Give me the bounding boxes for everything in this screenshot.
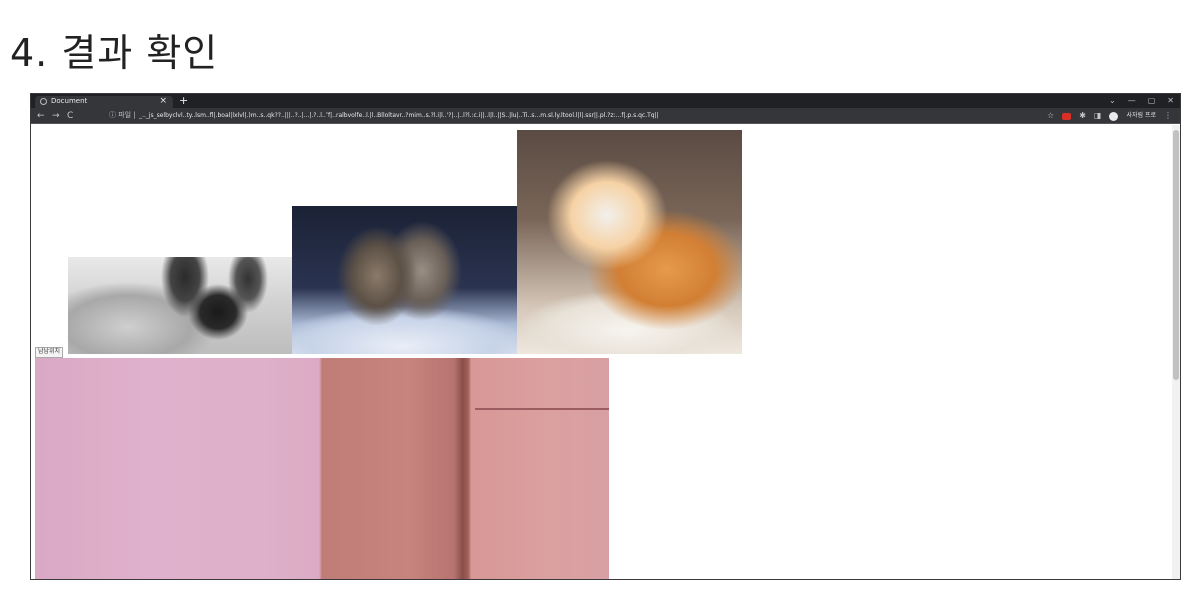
- new-tab-button[interactable]: +: [179, 94, 188, 108]
- browser-window: Document × + ⌄ — ▢ ✕ ← → C ⓘ 파일 | _.._js…: [30, 93, 1181, 580]
- star-icon[interactable]: ☆: [1047, 109, 1054, 123]
- puzzle-icon[interactable]: ✱: [1079, 109, 1086, 123]
- close-window-button[interactable]: ✕: [1167, 94, 1174, 108]
- tab-search-icon[interactable]: ⌄: [1109, 94, 1116, 108]
- video-frame-edge: [475, 408, 609, 410]
- kittens-image: [292, 206, 517, 354]
- address-url[interactable]: _.._js_selbyclvl..ty..lsm..fl|.boal|lxlv…: [139, 110, 659, 121]
- menu-icon[interactable]: ⋮: [1164, 109, 1172, 123]
- forward-button[interactable]: →: [52, 109, 60, 123]
- toolbar-actions: ☆ ✱ ◨ 사자림 프로 ⋮: [1047, 109, 1172, 123]
- broken-image-placeholder: 남남위치: [35, 347, 64, 358]
- window-controls: ⌄ — ▢ ✕: [1109, 94, 1174, 108]
- back-button[interactable]: ←: [37, 109, 45, 123]
- minimize-button[interactable]: —: [1128, 94, 1136, 108]
- tab-bar: Document × + ⌄ — ▢ ✕: [31, 94, 1180, 108]
- browser-toolbar: ← → C ⓘ 파일 | _.._js_selbyclvl..ty..lsm..…: [31, 108, 1180, 124]
- address-bar[interactable]: ⓘ 파일 | _.._js_selbyclvl..ty..lsm..fl|.bo…: [109, 110, 1009, 121]
- reload-button[interactable]: C: [67, 109, 73, 123]
- tab-title: Document: [51, 97, 88, 105]
- scrollbar-thumb[interactable]: [1173, 130, 1179, 380]
- page-viewport: 남남위치: [31, 125, 1172, 579]
- profile-label[interactable]: 사자림 프로: [1126, 109, 1156, 123]
- tab-document[interactable]: Document ×: [35, 96, 173, 108]
- extension-red-icon[interactable]: [1062, 112, 1072, 120]
- ginger-cat-image: [517, 130, 742, 354]
- profile-icon[interactable]: [1109, 111, 1119, 121]
- info-icon[interactable]: ⓘ 파일 |: [109, 110, 136, 121]
- sphynx-cat-image: [68, 257, 292, 354]
- webcam-video[interactable]: [35, 358, 609, 579]
- sidebar-icon[interactable]: ◨: [1094, 109, 1102, 123]
- vertical-scrollbar[interactable]: [1172, 125, 1180, 579]
- slide-title: 4. 결과 확인: [10, 31, 219, 75]
- maximize-button[interactable]: ▢: [1148, 94, 1156, 108]
- tab-close-icon[interactable]: ×: [159, 96, 167, 107]
- globe-icon: [40, 98, 47, 105]
